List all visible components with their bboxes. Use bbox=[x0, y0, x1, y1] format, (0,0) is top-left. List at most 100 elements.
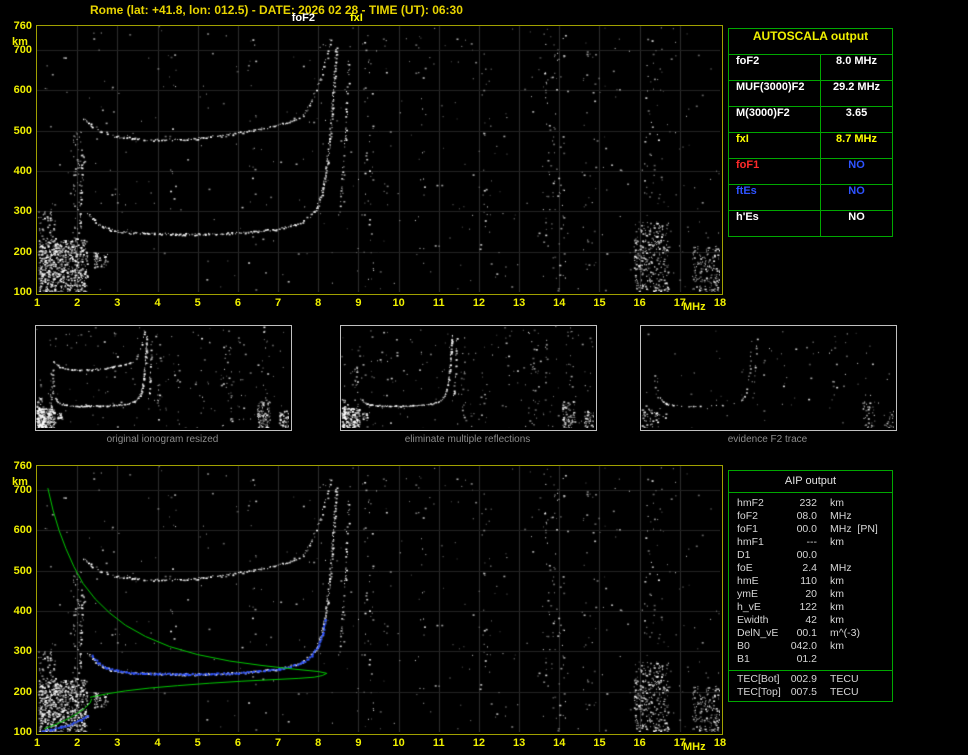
aip-row: foF1 00.0 MHz [PN] bbox=[729, 523, 892, 536]
aip-param-unit bbox=[817, 549, 830, 562]
autoscala-param-value: 8.7 MHz bbox=[836, 133, 877, 145]
aip-param-value: 232 bbox=[799, 497, 817, 509]
x-axis-tick-label: 13 bbox=[512, 297, 526, 309]
x-axis-tick-label: 9 bbox=[355, 297, 362, 309]
aip-param-value: 08.0 bbox=[796, 510, 817, 522]
thumb-no-multiples bbox=[340, 325, 597, 431]
autoscala-row: MUF(3000)F2 29.2 MHz bbox=[729, 80, 892, 106]
autoscala-row: fxI 8.7 MHz bbox=[729, 132, 892, 158]
aip-row: foE 2.4 MHz bbox=[729, 562, 892, 575]
aip-param-label: foF2 bbox=[737, 510, 759, 522]
x-axis-tick-label: 6 bbox=[234, 297, 241, 309]
autoscala-param-label: M(3000)F2 bbox=[729, 107, 821, 132]
x-axis-tick-label: 3 bbox=[114, 297, 121, 309]
aip-param-label: TEC[Bot] bbox=[737, 673, 780, 685]
aip-row: ymE 20 km bbox=[729, 588, 892, 601]
aip-param-label: ymE bbox=[737, 588, 758, 600]
autoscala-param-value: 8.0 MHz bbox=[836, 55, 877, 67]
x-axis-tick-label: 6 bbox=[234, 737, 241, 749]
aip-param-unit: km bbox=[830, 536, 844, 548]
aip-param-label: h_vE bbox=[737, 601, 761, 613]
main-ionogram-canvas bbox=[37, 26, 720, 292]
x-axis-tick-label: 15 bbox=[593, 297, 606, 309]
fxi-marker-label: fxI bbox=[350, 12, 363, 24]
autoscala-param-value: NO bbox=[848, 185, 865, 197]
x-axis-tick-label: 11 bbox=[432, 737, 445, 749]
x-axis-tick-label: 16 bbox=[633, 297, 646, 309]
aip-tec-row: TEC[Bot] 002.9 TECU bbox=[729, 673, 892, 686]
aip-param-value: 01.2 bbox=[796, 653, 817, 665]
aip-param-value: 002.9 bbox=[790, 673, 817, 685]
aip-param-unit: km bbox=[830, 588, 844, 600]
x-axis-tick-label: 12 bbox=[472, 297, 486, 309]
aip-row: B0 042.0 km bbox=[729, 640, 892, 653]
x-axis-tick-label: 1 bbox=[33, 297, 41, 309]
aip-param-label: D1 bbox=[737, 549, 751, 561]
y-axis-tick-label: 760 bbox=[13, 20, 32, 32]
x-axis-tick-label: 7 bbox=[274, 297, 282, 309]
aip-row: Ewidth 42 km bbox=[729, 614, 892, 627]
x-axis-tick-label: 8 bbox=[315, 297, 322, 309]
aip-param-label: hmF2 bbox=[737, 497, 764, 509]
aip-param-label: TEC[Top] bbox=[737, 686, 781, 698]
aip-row: foF2 08.0 MHz bbox=[729, 510, 892, 523]
aip-param-unit: MHz bbox=[830, 562, 852, 574]
x-axis-tick-label: 8 bbox=[315, 737, 322, 749]
x-axis-tick-label: 10 bbox=[392, 297, 405, 309]
aip-param-label: foE bbox=[737, 562, 753, 574]
autoscala-row: ftEs NO bbox=[729, 184, 892, 210]
autoscala-row: foF2 8.0 MHz bbox=[729, 55, 892, 80]
y-axis-tick-label: 100 bbox=[13, 726, 32, 738]
autoscala-header: AUTOSCALA output bbox=[729, 29, 892, 55]
aip-param-unit: m^(-3) bbox=[830, 627, 861, 639]
aip-param-label: DelN_vE bbox=[737, 627, 779, 639]
aip-output-table: AIP output hmF2 232 km foF2 08.0 MHz foF… bbox=[728, 470, 893, 702]
aip-row: h_vE 122 km bbox=[729, 601, 892, 614]
station-title: Rome (lat: +41.8, lon: 012.5) - DATE: 20… bbox=[90, 3, 463, 17]
aip-row: DelN_vE 00.1 m^(-3) bbox=[729, 627, 892, 640]
x-axis-tick-label: 2 bbox=[74, 737, 81, 749]
autoscala-app-window: Rome (lat: +41.8, lon: 012.5) - DATE: 20… bbox=[0, 0, 968, 755]
aip-param-value: 00.1 bbox=[796, 627, 817, 639]
aip-param-unit bbox=[817, 653, 830, 666]
aip-param-unit: km bbox=[830, 575, 844, 587]
thumb-f2-evidence bbox=[640, 325, 897, 431]
thumb-no-multiples-canvas bbox=[341, 326, 594, 428]
aip-param-value: --- bbox=[806, 536, 818, 548]
autoscala-row: foF1 NO bbox=[729, 158, 892, 184]
aip-row: B1 01.2 bbox=[729, 653, 892, 666]
x-axis-unit-label: MHz bbox=[683, 741, 706, 753]
aip-param-label: B1 bbox=[737, 653, 750, 665]
thumb-no-multiples-caption: eliminate multiple reflections bbox=[404, 434, 531, 445]
x-axis-tick-label: 10 bbox=[392, 737, 405, 749]
aip-param-label: hmF1 bbox=[737, 536, 764, 548]
x-axis-tick-label: 1 bbox=[33, 737, 41, 749]
x-axis-tick-label: 4 bbox=[154, 737, 161, 749]
autoscala-param-value: 3.65 bbox=[845, 107, 868, 119]
autoscala-row: M(3000)F2 3.65 bbox=[729, 106, 892, 132]
x-axis-tick-label: 16 bbox=[633, 737, 646, 749]
aip-param-value: 00.0 bbox=[796, 549, 817, 561]
y-axis-tick-label: 400 bbox=[13, 165, 32, 178]
y-axis-tick-label: 600 bbox=[13, 84, 32, 97]
x-axis-tick-label: 12 bbox=[472, 737, 486, 749]
x-axis-tick-label: 5 bbox=[194, 737, 201, 749]
autoscala-row: h'Es NO bbox=[729, 210, 892, 236]
y-axis-tick-label: 500 bbox=[13, 124, 32, 137]
autoscala-param-label: fxI bbox=[729, 133, 821, 158]
thumb-original-caption: original ionogram resized bbox=[106, 434, 219, 445]
y-axis-tick-label: 200 bbox=[13, 245, 32, 258]
aip-param-value: 007.5 bbox=[790, 686, 817, 698]
aip-param-value: 2.4 bbox=[802, 562, 817, 574]
fof2-marker-label: foF2 bbox=[291, 12, 315, 24]
thumb-original-canvas bbox=[36, 326, 289, 428]
autoscala-rows: foF2 8.0 MHz MUF(3000)F2 29.2 MHz M(3000… bbox=[729, 55, 892, 236]
main-ionogram-plot bbox=[36, 25, 723, 295]
autoscala-param-value: NO bbox=[848, 211, 865, 223]
autoscala-param-label: MUF(3000)F2 bbox=[729, 81, 821, 106]
autoscala-param-label: foF1 bbox=[729, 159, 821, 184]
x-axis-tick-label: 14 bbox=[553, 737, 566, 749]
x-axis-tick-label: 7 bbox=[274, 737, 282, 749]
x-axis-tick-label: 15 bbox=[593, 737, 606, 749]
y-axis-tick-label: 400 bbox=[13, 605, 32, 618]
